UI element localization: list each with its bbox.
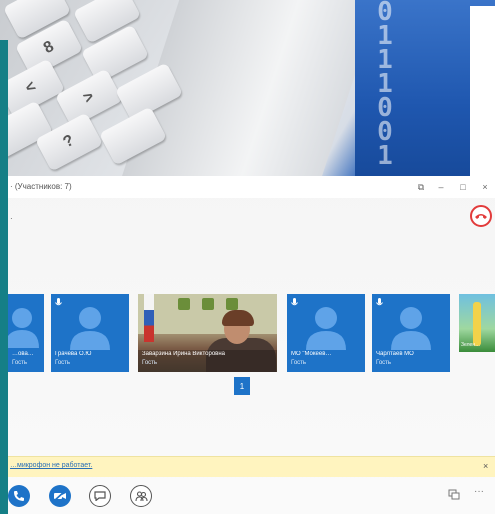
camera-off-icon (53, 490, 66, 502)
more-options-button[interactable]: ··· (474, 486, 484, 497)
hang-up-button[interactable] (470, 205, 492, 227)
microphone-icon (55, 298, 62, 306)
participant-name: Грачева О.Ю (55, 351, 92, 357)
participant-tile[interactable]: МО "Мокеев… Гость (287, 294, 365, 372)
participant-role: Гость (291, 360, 307, 366)
notification-link[interactable]: …микрофон не работает. (10, 462, 92, 469)
person-icon (391, 307, 431, 350)
person-hair (222, 310, 254, 326)
person-icon (8, 308, 39, 348)
camera-button[interactable] (49, 485, 71, 507)
microphone-icon (376, 298, 383, 306)
white-panel (470, 6, 495, 176)
participant-role: Гость (376, 360, 392, 366)
background-photo: 8 < > ? 0111001 (0, 0, 495, 176)
minimize-button[interactable]: – (434, 180, 448, 194)
participant-name: Зелен… (461, 342, 481, 348)
page-indicator[interactable]: 1 (234, 377, 250, 395)
person-icon (70, 307, 110, 350)
participant-tile[interactable]: Чарлтаев МО Гость (372, 294, 450, 372)
call-audio-button[interactable] (8, 485, 30, 507)
participants-button[interactable] (130, 485, 152, 507)
participant-role: Гость (142, 360, 158, 366)
meeting-window: · (Участников: 7) ⧉ – □ × · …ова… Гость … (0, 176, 495, 514)
chat-button[interactable] (89, 485, 111, 507)
phone-icon (14, 491, 24, 501)
participant-video-tile-partial[interactable]: Зелен… (459, 294, 495, 352)
bottom-toolbar: ··· (0, 478, 495, 514)
people-icon (134, 490, 148, 501)
notification-close-button[interactable]: × (483, 461, 488, 471)
restore-button[interactable]: ⧉ (414, 180, 428, 194)
emblem (202, 298, 214, 310)
flag (144, 294, 154, 342)
microphone-icon (291, 298, 298, 306)
window-title: · (Участников: 7) (10, 182, 72, 191)
share-content-icon[interactable] (448, 489, 460, 503)
plant-image (473, 302, 481, 346)
participant-role: Гость (55, 360, 71, 366)
participant-tile[interactable]: …ова… Гость (8, 294, 44, 372)
teal-sidebar-strip (0, 40, 8, 514)
participant-tile[interactable]: Грачева О.Ю Гость (51, 294, 129, 372)
hang-up-icon (475, 214, 487, 219)
emblem (226, 298, 238, 310)
meeting-sub-label: · (10, 214, 13, 223)
participant-name: Чарлтаев МО (376, 351, 414, 357)
person-icon (306, 307, 346, 350)
notification-bar: …микрофон не работает. × (0, 456, 495, 477)
participant-video-tile[interactable]: Заварзина Ирина Викторовна Гость (138, 294, 277, 372)
close-button[interactable]: × (478, 180, 492, 194)
participant-name: МО "Мокеев… (291, 351, 332, 357)
title-bar: · (Участников: 7) ⧉ – □ × (0, 176, 495, 198)
maximize-button[interactable]: □ (456, 180, 470, 194)
participant-name: …ова… (12, 351, 34, 357)
chat-icon (94, 491, 106, 501)
binary-digits: 0111001 (377, 0, 393, 171)
participant-role: Гость (12, 360, 28, 366)
emblem (178, 298, 190, 310)
participant-name: Заварзина Ирина Викторовна (142, 351, 226, 357)
